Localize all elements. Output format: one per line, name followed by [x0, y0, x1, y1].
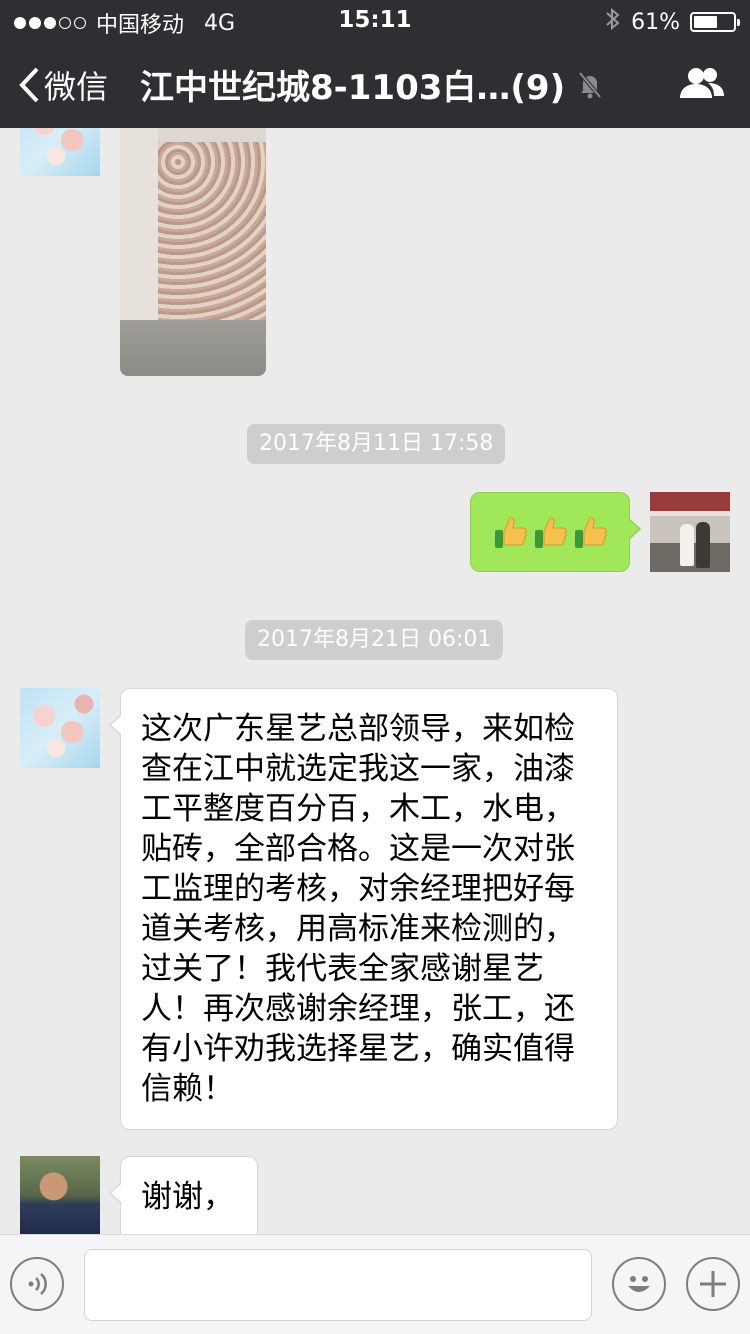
input-bar [0, 1234, 750, 1334]
battery-percent: 61% [631, 9, 680, 35]
group-members-icon [680, 68, 724, 98]
received-message-bubble[interactable]: 谢谢， [109, 1156, 258, 1234]
timestamp-pill: 2017年8月21日 06:01 [245, 620, 504, 660]
bluetooth-icon [605, 7, 621, 37]
timestamp-pill: 2017年8月11日 17:58 [247, 424, 506, 464]
voice-icon [28, 1273, 47, 1295]
more-button[interactable] [686, 1257, 740, 1311]
image-message[interactable] [120, 128, 266, 376]
received-message-bubble[interactable]: 这次广东星艺总部领导，来如检查在江中就选定我这一家，油漆工平整度百分百，木工，水… [109, 688, 618, 1130]
emoji-button[interactable] [612, 1257, 666, 1311]
chat-title-text: 江中世纪城8-1103白…(9) [140, 68, 566, 108]
back-button[interactable]: 微信 [18, 62, 108, 108]
avatar[interactable] [20, 1156, 100, 1234]
message-text: 谢谢， [141, 1179, 234, 1215]
chat-area[interactable]: 2017年8月11日 17:58 2017年8月21日 06:01 这次广东星艺… [0, 128, 750, 1234]
message-input[interactable] [84, 1249, 592, 1321]
avatar-self[interactable] [650, 492, 730, 572]
sent-message-bubble[interactable] [470, 492, 641, 572]
back-label: 微信 [44, 68, 109, 106]
battery-icon [690, 12, 740, 32]
emoji-icon [628, 1276, 650, 1292]
chat-title[interactable]: 江中世纪城8-1103白…(9) [140, 60, 603, 109]
thumbs-up-icon [495, 517, 527, 548]
voice-button[interactable] [10, 1257, 64, 1311]
avatar[interactable] [20, 128, 100, 176]
plus-icon [700, 1271, 726, 1297]
thumbs-up-icon [575, 517, 607, 548]
nav-bar: 微信 江中世纪城8-1103白…(9) [0, 40, 750, 128]
top-bar: 中国移动 4G 15:11 61% 微信 江中世纪城8-1103白…(9) [0, 0, 750, 128]
avatar[interactable] [20, 688, 100, 768]
message-text: 这次广东星艺总部领导，来如检查在江中就选定我这一家，油漆工平整度百分百，木工，水… [141, 711, 575, 1107]
back-chevron-icon [19, 67, 39, 103]
mute-bell-icon [578, 71, 602, 98]
status-bar: 中国移动 4G 15:11 61% [0, 0, 750, 40]
group-members-button[interactable] [678, 66, 726, 106]
thumbs-up-icon [535, 517, 567, 548]
